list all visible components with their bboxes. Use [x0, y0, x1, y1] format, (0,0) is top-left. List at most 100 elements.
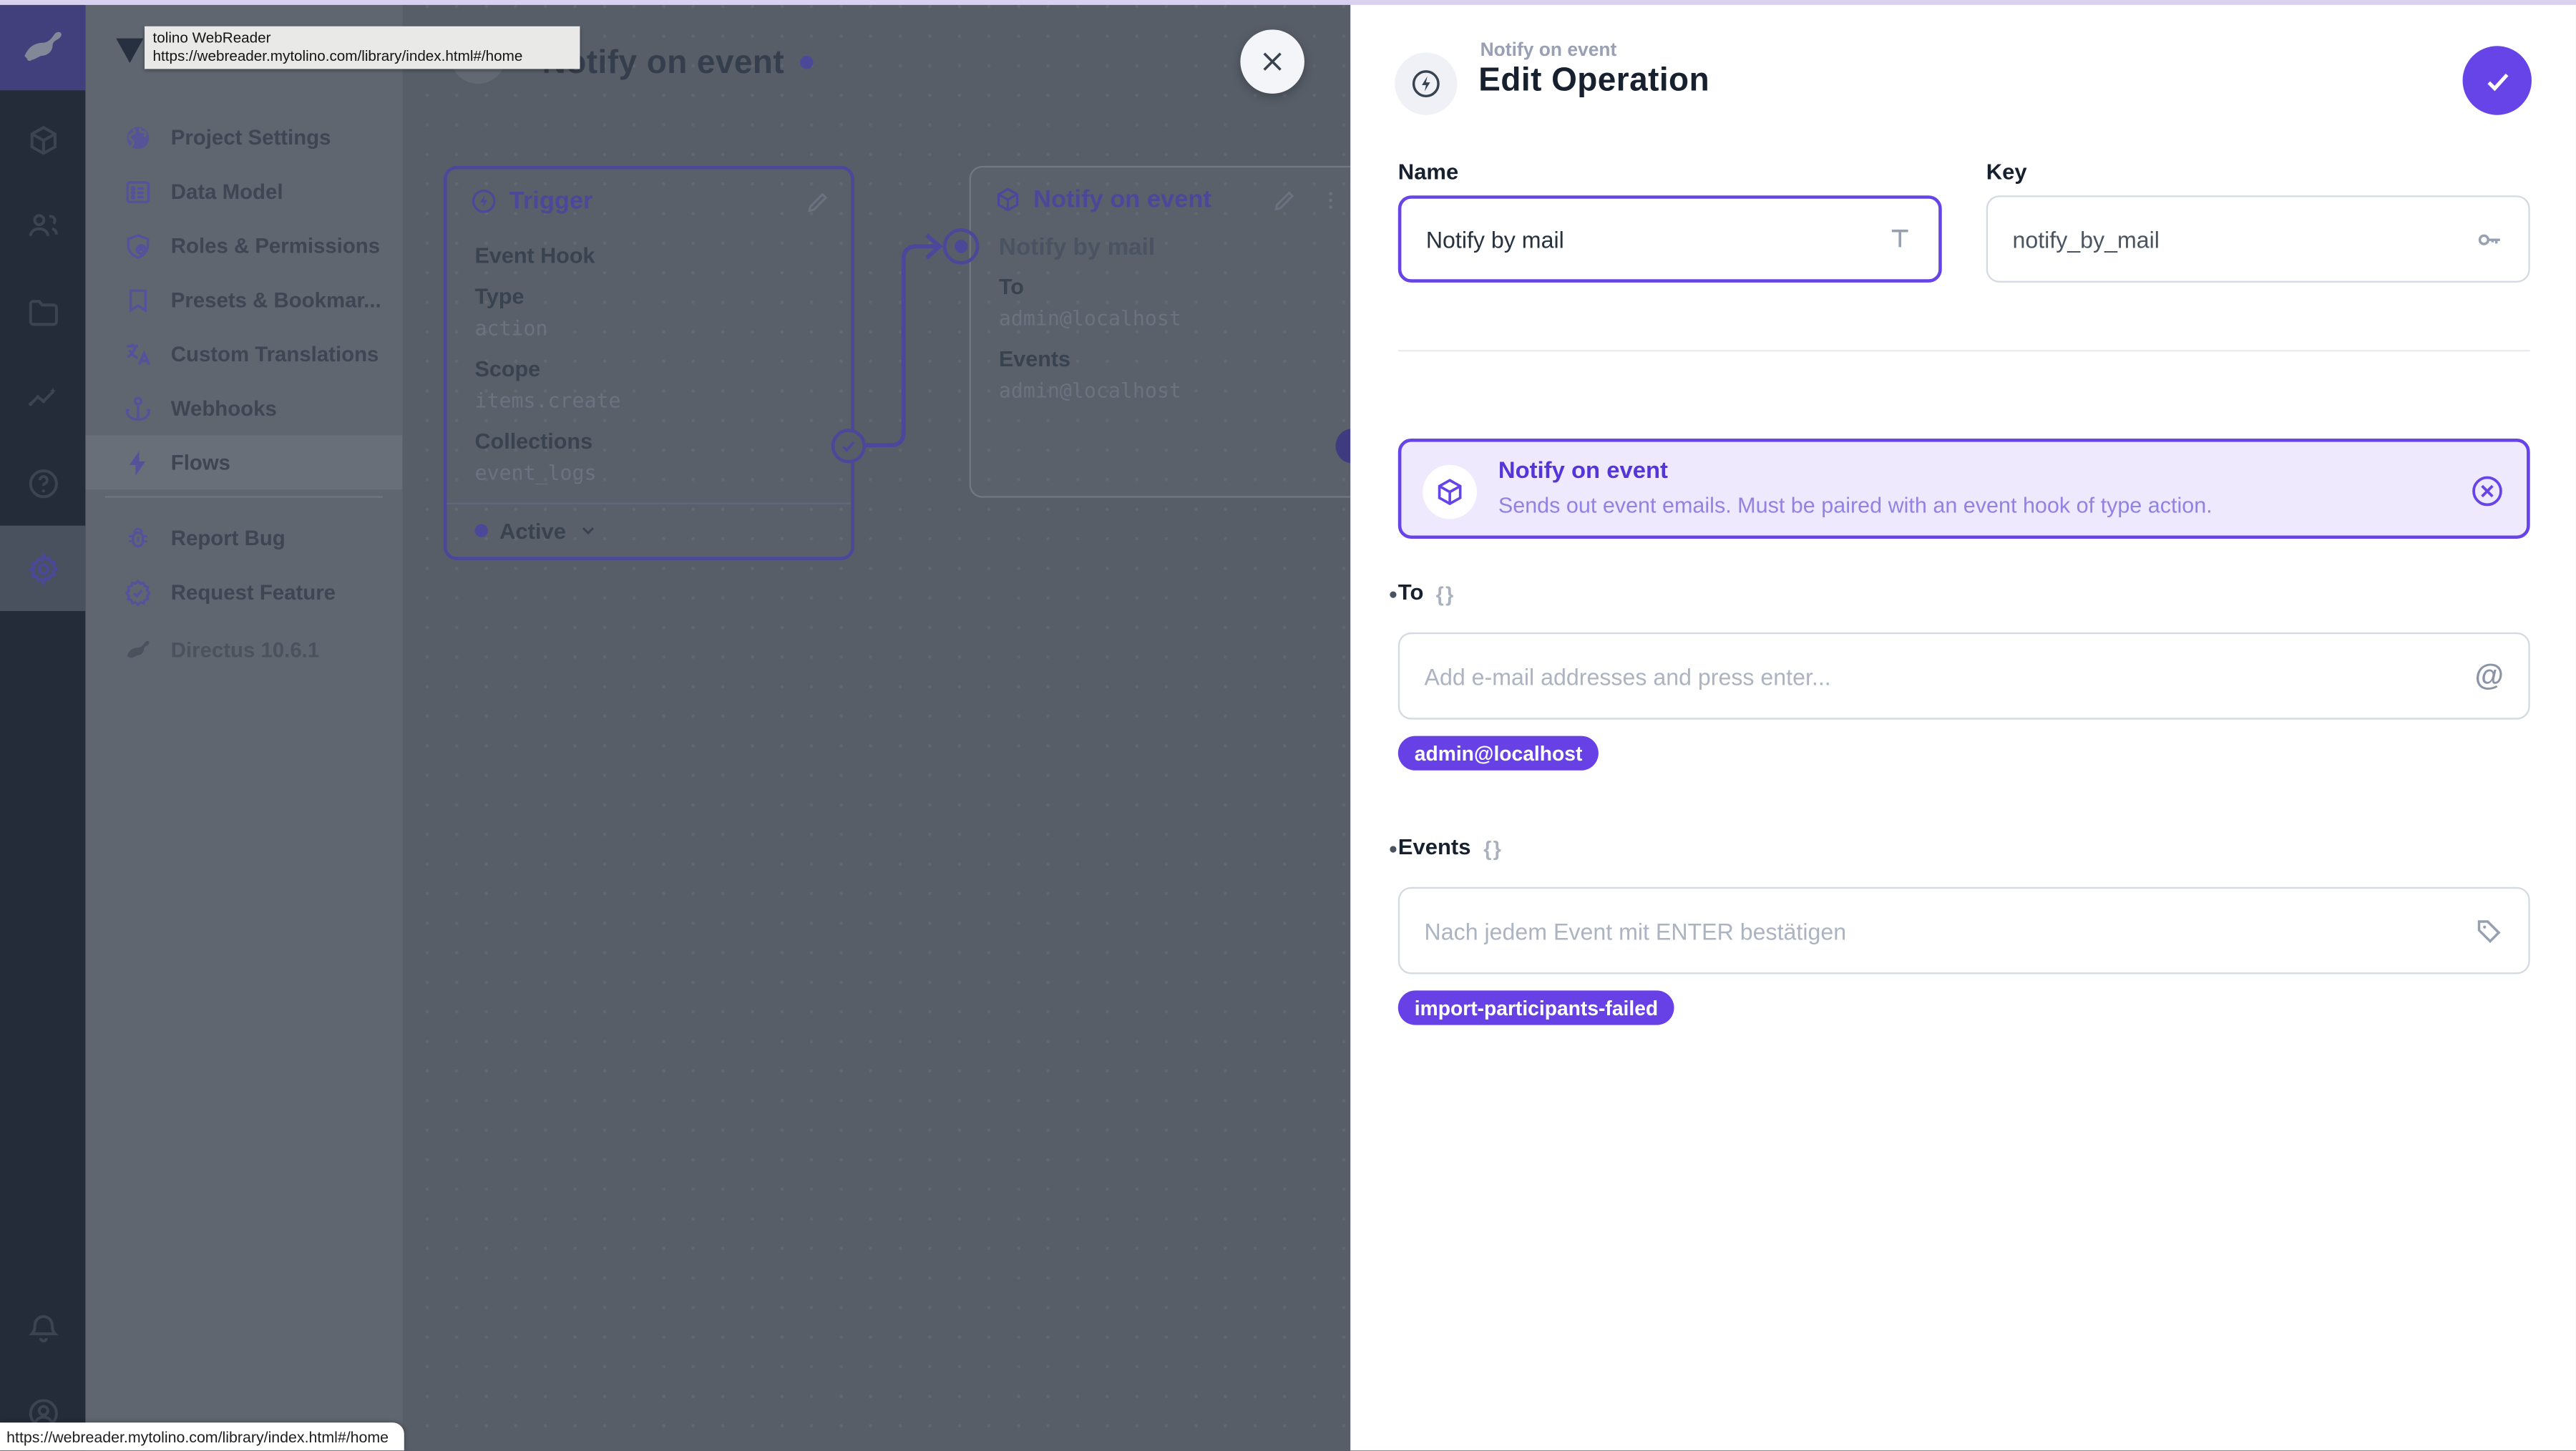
- anchor-icon: [123, 394, 152, 423]
- trigger-card[interactable]: Trigger Event Hook Type action Scope ite…: [443, 165, 854, 560]
- trigger-status-toggle[interactable]: Active: [447, 502, 852, 557]
- flow-status-dot: [800, 56, 814, 69]
- operation-card-header: Notify on event: [971, 167, 1350, 223]
- name-input[interactable]: Notify by mail: [1397, 195, 1942, 283]
- bolt-icon: [123, 448, 152, 477]
- nav-item-label: Presets & Bookmar...: [170, 287, 381, 313]
- help-icon: [28, 468, 57, 498]
- field-label: Collections: [474, 429, 593, 454]
- deselect-operation-icon[interactable]: [2469, 473, 2506, 509]
- nav-item-presets-bookmarks[interactable]: Presets & Bookmar...: [85, 273, 402, 327]
- to-placeholder: Add e-mail addresses and press enter...: [1424, 663, 1831, 690]
- to-input[interactable]: Add e-mail addresses and press enter... …: [1397, 632, 2530, 720]
- bug-icon: [123, 523, 152, 552]
- email-chip-label: admin@localhost: [1414, 741, 1583, 765]
- edit-operation-drawer: Notify on event Edit Operation Name Key …: [1350, 0, 2576, 1451]
- directus-logo[interactable]: [0, 4, 86, 91]
- link-preview-tooltip: tolino WebReader https://webreader.mytol…: [145, 26, 580, 69]
- module-bar: [0, 4, 86, 1451]
- operation-box-badge: [1423, 464, 1478, 519]
- globe-icon: [123, 122, 152, 152]
- module-content[interactable]: [0, 97, 85, 182]
- at-icon: @: [2474, 658, 2504, 692]
- raw-value-toggle-icon[interactable]: {}: [1436, 583, 1455, 606]
- section-divider: [1397, 350, 2530, 352]
- chevron-down-icon: [581, 527, 593, 535]
- operation-info-banner: Notify on event Sends out event emails. …: [1397, 439, 2530, 539]
- required-dot: [1390, 591, 1397, 598]
- more-vertical-icon[interactable]: [1319, 187, 1342, 213]
- field-label: Events: [998, 346, 1071, 371]
- key-input[interactable]: notify_by_mail: [1986, 195, 2530, 283]
- statusbar-url: https://webreader.mytolino.com/library/i…: [6, 1428, 389, 1445]
- check-icon: [2487, 72, 2508, 91]
- operation-type-icon-button: [1395, 52, 1458, 115]
- operation-card[interactable]: Notify on event Notify by mail To admin@…: [969, 165, 1351, 498]
- event-chip[interactable]: import-participants-failed: [1397, 990, 1675, 1025]
- field-value: items.create: [474, 389, 621, 413]
- trigger-card-header: Trigger: [447, 169, 851, 225]
- close-drawer-button[interactable]: [1240, 29, 1304, 94]
- key-value: notify_by_mail: [2012, 225, 2160, 253]
- module-files[interactable]: [0, 270, 85, 355]
- close-icon: [1263, 52, 1282, 71]
- nav-item-project-settings[interactable]: Project Settings: [85, 110, 402, 165]
- field-label: To: [998, 274, 1024, 299]
- nav-item-webhooks[interactable]: Webhooks: [85, 381, 402, 436]
- trigger-resolve-port[interactable]: [831, 429, 866, 464]
- rabbit-logo-icon: [24, 31, 62, 62]
- operation-card-title: Notify on event: [1033, 185, 1211, 214]
- drawer-title: Edit Operation: [1478, 62, 1710, 99]
- module-help[interactable]: [0, 440, 85, 525]
- field-label: Type: [474, 284, 525, 309]
- box-icon: [997, 187, 1019, 212]
- shield-user-icon: [123, 231, 152, 260]
- event-chip-label: import-participants-failed: [1414, 996, 1659, 1020]
- notifications-button[interactable]: [0, 1284, 85, 1369]
- name-label: Name: [1397, 159, 1459, 185]
- folder-icon: [28, 299, 57, 326]
- edit-pencil-icon[interactable]: [805, 188, 831, 215]
- gear-icon: [27, 551, 58, 586]
- bell-icon: [27, 1314, 58, 1342]
- trending-chart-icon: [28, 386, 56, 406]
- translate-icon: [123, 339, 152, 368]
- module-insights[interactable]: [0, 355, 85, 440]
- nav-item-label: Custom Translations: [170, 341, 379, 366]
- active-status-dot: [474, 524, 488, 537]
- box-icon: [1438, 479, 1462, 506]
- title-icon: [1886, 225, 1914, 253]
- edit-pencil-icon[interactable]: [1272, 187, 1298, 213]
- nav-item-data-model[interactable]: Data Model: [85, 165, 402, 219]
- key-label: Key: [1986, 159, 2027, 185]
- port-dot: [954, 240, 968, 253]
- settings-navigation: Project Settings Data Model Roles & Perm…: [85, 4, 403, 1451]
- email-chip[interactable]: admin@localhost: [1397, 736, 1599, 771]
- events-input[interactable]: Nach jedem Event mit ENTER bestätigen: [1397, 886, 2530, 974]
- raw-value-toggle-icon[interactable]: {}: [1483, 838, 1503, 861]
- flow-canvas[interactable]: Notify on event Trigger Event Hook Type …: [402, 4, 1351, 1451]
- tolino-favicon: [116, 38, 144, 64]
- module-settings[interactable]: [0, 525, 86, 612]
- nav-item-label: Data Model: [170, 179, 283, 204]
- drawer-breadcrumb: Notify on event: [1480, 41, 1617, 61]
- nav-item-custom-translations[interactable]: Custom Translations: [85, 327, 402, 381]
- version-label: Directus 10.6.1: [170, 637, 320, 663]
- nav-item-label: Roles & Permissions: [170, 233, 381, 258]
- nav-item-roles-permissions[interactable]: Roles & Permissions: [85, 218, 402, 273]
- save-button[interactable]: [2462, 46, 2532, 115]
- nav-item-flows[interactable]: Flows: [85, 435, 403, 490]
- users-icon: [28, 213, 57, 235]
- events-label: Events: [1397, 834, 1471, 859]
- nav-item-report-bug[interactable]: Report Bug: [85, 511, 402, 565]
- nav-item-label: Project Settings: [170, 124, 331, 150]
- nav-item-label: Report Bug: [170, 525, 286, 551]
- link-url: https://webreader.mytolino.com/library/i…: [152, 47, 523, 64]
- nav-item-request-feature[interactable]: Request Feature: [85, 565, 402, 620]
- operation-input-port[interactable]: [942, 228, 980, 265]
- field-value: event_logs: [474, 461, 597, 485]
- operation-info-description: Sends out event emails. Must be paired w…: [1498, 492, 2212, 518]
- bolt-circle-icon: [1412, 70, 1440, 98]
- trigger-card-title: Trigger: [509, 187, 593, 215]
- module-users[interactable]: [0, 182, 85, 268]
